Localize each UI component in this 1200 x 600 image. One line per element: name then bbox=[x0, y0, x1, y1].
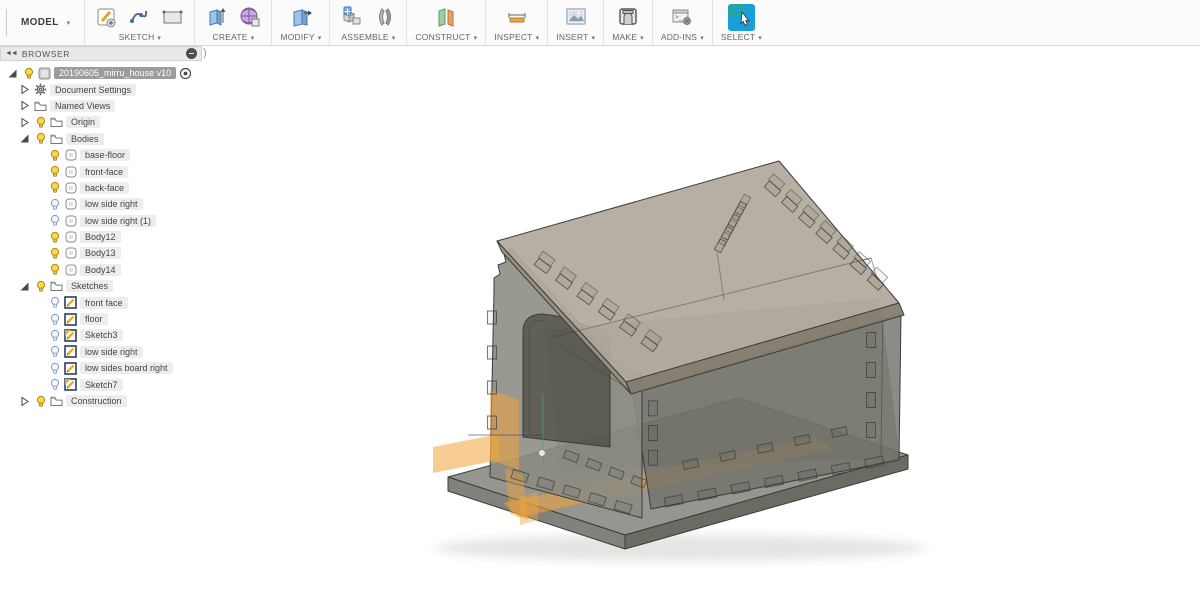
toolbar-group-label-sketch[interactable]: SKETCH bbox=[119, 32, 161, 42]
chevron-down-icon bbox=[64, 17, 71, 28]
ground-shadow bbox=[435, 535, 925, 561]
origin-point[interactable] bbox=[538, 449, 546, 457]
select-tool-icon[interactable] bbox=[727, 3, 755, 31]
new-component-icon[interactable] bbox=[338, 4, 365, 31]
toolbar-group-label-select[interactable]: SELECT bbox=[721, 32, 762, 42]
toolbar-group-add-ins: >_ ADD-INS bbox=[651, 0, 712, 45]
attached-canvas-icon[interactable] bbox=[562, 4, 589, 31]
toolbar-group-insert: INSERT bbox=[547, 0, 603, 45]
toolbar-group-inspect: INSPECT bbox=[485, 0, 547, 45]
chevron-down-icon bbox=[755, 32, 762, 42]
workspace-label: MODEL bbox=[21, 17, 59, 28]
toolbar-group-select: SELECT bbox=[711, 0, 770, 45]
chevron-down-icon bbox=[589, 32, 596, 42]
form-icon[interactable] bbox=[236, 4, 263, 31]
toolbar-group-label-inspect[interactable]: INSPECT bbox=[494, 32, 539, 42]
chevron-down-icon bbox=[533, 32, 540, 42]
chevron-down-icon bbox=[248, 32, 255, 42]
workspace-dropdown[interactable]: MODEL bbox=[11, 0, 84, 45]
toolbar-group-label-insert[interactable]: INSERT bbox=[556, 32, 595, 42]
toolbar-group-label-create[interactable]: CREATE bbox=[213, 32, 255, 42]
chevron-down-icon bbox=[389, 32, 396, 42]
toolbar-group-label-construct[interactable]: CONSTRUCT bbox=[415, 32, 477, 42]
toolbar-group-construct: CONSTRUCT bbox=[406, 0, 485, 45]
three-d-print-icon[interactable] bbox=[615, 4, 642, 31]
chevron-down-icon bbox=[471, 32, 478, 42]
viewport-canvas[interactable] bbox=[0, 46, 1200, 600]
chevron-down-icon bbox=[154, 32, 161, 42]
chevron-down-icon bbox=[697, 32, 704, 42]
scripts-addins-icon[interactable]: >_ bbox=[669, 4, 696, 31]
top-toolbar: MODEL SKETCH CREATE MODIFY ASSEMBLE CONSTRUC… bbox=[0, 0, 1200, 46]
spline-icon[interactable] bbox=[126, 4, 153, 31]
toolbar-left-divider bbox=[6, 9, 7, 36]
toolbar-group-label-add-ins[interactable]: ADD-INS bbox=[661, 32, 704, 42]
create-sketch-icon[interactable] bbox=[93, 4, 120, 31]
toolbar-group-modify: MODIFY bbox=[271, 0, 329, 45]
press-pull-icon[interactable] bbox=[287, 4, 314, 31]
toolbar-group-label-make[interactable]: MAKE bbox=[612, 32, 644, 42]
toolbar-groups: SKETCH CREATE MODIFY ASSEMBLE CONSTRUCT INSPE… bbox=[84, 0, 769, 45]
toolbar-group-label-assemble[interactable]: ASSEMBLE bbox=[341, 32, 395, 42]
chevron-down-icon bbox=[637, 32, 644, 42]
toolbar-group-assemble: ASSEMBLE bbox=[329, 0, 406, 45]
rectangle-icon[interactable] bbox=[159, 4, 186, 31]
extrude-icon[interactable] bbox=[203, 4, 230, 31]
chevron-down-icon bbox=[315, 32, 322, 42]
toolbar-group-make: MAKE bbox=[603, 0, 652, 45]
measure-icon[interactable] bbox=[503, 4, 530, 31]
toolbar-group-sketch: SKETCH bbox=[84, 0, 194, 45]
toolbar-group-label-modify[interactable]: MODIFY bbox=[280, 32, 321, 42]
construction-plane-icon[interactable] bbox=[433, 4, 460, 31]
toolbar-group-create: CREATE bbox=[194, 0, 271, 45]
joint-icon[interactable] bbox=[371, 4, 398, 31]
svg-text:>_: >_ bbox=[675, 15, 683, 21]
